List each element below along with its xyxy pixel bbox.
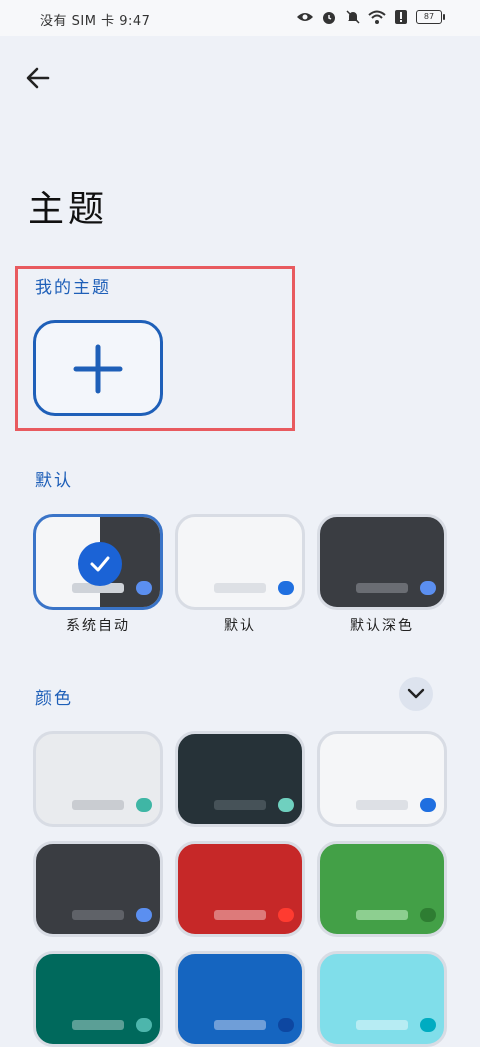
preview-dot (278, 908, 294, 922)
add-theme-button[interactable] (33, 320, 163, 416)
section-colors: 颜色 (35, 689, 73, 709)
alarm-icon (320, 9, 338, 25)
theme-label-system-auto: 系统自动 (66, 618, 130, 634)
wifi-icon (368, 9, 386, 25)
color-theme-cyan[interactable] (317, 951, 447, 1047)
preview-bar (72, 800, 124, 810)
preview-bar (356, 1020, 408, 1030)
status-icons: 87 (296, 9, 445, 25)
mute-bell-icon (344, 9, 362, 25)
preview-dot (420, 798, 436, 812)
preview-bar (72, 910, 124, 920)
color-theme-light-grey[interactable] (33, 731, 163, 827)
theme-label-default-dark: 默认深色 (350, 618, 414, 634)
theme-default[interactable] (175, 514, 305, 610)
color-theme-white[interactable] (317, 731, 447, 827)
preview-dot (420, 581, 436, 595)
color-theme-teal[interactable] (33, 951, 163, 1047)
arrow-left-icon (26, 67, 50, 89)
preview-dot (136, 798, 152, 812)
status-carrier-time: 没有 SIM 卡 9:47 (40, 14, 151, 29)
color-theme-charcoal[interactable] (175, 731, 305, 827)
preview-dot (420, 908, 436, 922)
preview-bar (356, 800, 408, 810)
preview-dot (278, 581, 294, 595)
eye-icon (296, 9, 314, 25)
preview-bar (214, 910, 266, 920)
preview-bar (356, 910, 408, 920)
preview-bar (214, 583, 266, 593)
theme-system-auto[interactable] (33, 514, 163, 610)
selected-check-icon (78, 542, 122, 586)
preview-dot (136, 1018, 152, 1032)
color-theme-red[interactable] (175, 841, 305, 937)
page-title: 主题 (28, 189, 109, 230)
section-default: 默认 (35, 471, 73, 491)
theme-label-default: 默认 (224, 618, 256, 634)
theme-default-dark[interactable] (317, 514, 447, 610)
preview-bar (72, 1020, 124, 1030)
preview-bar (214, 1020, 266, 1030)
preview-dot (136, 908, 152, 922)
color-theme-dark-grey[interactable] (33, 841, 163, 937)
preview-bar (356, 583, 408, 593)
section-my-themes: 我的主题 (35, 278, 111, 298)
preview-dot (278, 1018, 294, 1032)
plus-icon (73, 344, 123, 394)
chevron-down-icon (407, 688, 425, 699)
status-bar: 没有 SIM 卡 9:47 87 (0, 0, 480, 36)
color-theme-green[interactable] (317, 841, 447, 937)
expand-colors-button[interactable] (399, 677, 433, 711)
battery-icon: 87 (416, 10, 445, 24)
color-theme-blue[interactable] (175, 951, 305, 1047)
alert-icon (392, 9, 410, 25)
preview-bar (214, 800, 266, 810)
preview-dot (278, 798, 294, 812)
preview-dot (136, 581, 152, 595)
preview-dot (420, 1018, 436, 1032)
back-button[interactable] (22, 62, 54, 94)
